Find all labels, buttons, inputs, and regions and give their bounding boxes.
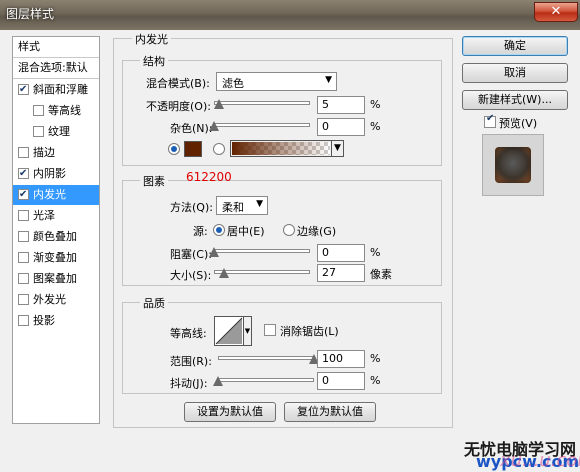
range-unit: % (370, 352, 381, 365)
sidebar-item-inner-shadow[interactable]: 内阴影 (13, 164, 99, 184)
checkbox[interactable] (18, 294, 29, 305)
sidebar-item-satin[interactable]: 光泽 (13, 206, 99, 226)
sidebar-item-texture[interactable]: 纹理 (13, 122, 99, 142)
checkbox[interactable] (18, 185, 29, 205)
source-label: 源: (193, 225, 208, 238)
source-center-radio[interactable] (213, 224, 225, 236)
range-label: 范围(R): (170, 355, 212, 368)
ok-button[interactable]: 确定 (462, 36, 568, 56)
opacity-slider-thumb[interactable] (213, 99, 224, 109)
sidebar-item-gradient-overlay[interactable]: 渐变叠加 (13, 248, 99, 268)
method-label: 方法(Q): (170, 201, 213, 214)
sidebar-item-pattern-overlay[interactable]: 图案叠加 (13, 269, 99, 289)
checkbox[interactable] (18, 315, 29, 326)
jitter-label: 抖动(J): (170, 377, 208, 390)
chevron-down-icon: ▼ (256, 199, 263, 209)
reset-default-button[interactable]: 复位为默认值 (284, 402, 376, 422)
opacity-slider[interactable] (214, 101, 310, 105)
preview-swatch (495, 147, 531, 183)
preview-checkbox[interactable] (484, 113, 496, 128)
contour-label: 等高线: (170, 327, 207, 340)
size-label: 大小(S): (170, 269, 212, 282)
choke-unit: % (370, 246, 381, 259)
sidebar-item-stroke[interactable]: 描边 (13, 143, 99, 163)
antialias-label: 消除锯齿(L) (280, 325, 339, 338)
new-style-button[interactable]: 新建样式(W)... (462, 90, 568, 110)
chevron-down-icon: ▼ (325, 75, 332, 85)
style-list: 样式 混合选项:默认 斜面和浮雕 等高线 纹理 描边 内阴影 内发光 光泽 颜色… (12, 36, 100, 424)
inner-glow-title: 内发光 (132, 31, 171, 47)
noise-unit: % (370, 120, 381, 133)
noise-input[interactable]: 0 (317, 118, 365, 136)
sidebar-item-drop-shadow[interactable]: 投影 (13, 311, 99, 331)
checkbox[interactable] (18, 80, 29, 100)
size-slider-thumb[interactable] (219, 268, 230, 278)
opacity-label: 不透明度(O): (146, 100, 211, 113)
antialias-checkbox[interactable] (264, 324, 276, 336)
checkbox[interactable] (18, 252, 29, 263)
checkbox[interactable] (18, 164, 29, 184)
title-bar (0, 0, 580, 30)
gradient-preview (232, 142, 330, 155)
close-button[interactable]: ✕ (534, 2, 578, 22)
choke-label: 阻塞(C): (170, 248, 212, 261)
checkbox[interactable] (18, 147, 29, 158)
source-center-label: 居中(E) (227, 225, 265, 238)
watermark-faded: xu...u.com (500, 450, 580, 471)
preview-area (482, 134, 544, 196)
sidebar-item-contour[interactable]: 等高线 (13, 101, 99, 121)
choke-slider[interactable] (214, 249, 310, 253)
sidebar-item-bevel-emboss[interactable]: 斜面和浮雕 (13, 80, 99, 100)
checkbox[interactable] (18, 210, 29, 221)
blend-mode-label: 混合模式(B): (146, 77, 210, 90)
opacity-unit: % (370, 98, 381, 111)
jitter-input[interactable]: 0 (317, 372, 365, 390)
checkbox[interactable] (33, 126, 44, 137)
jitter-slider[interactable] (218, 378, 314, 382)
contour-curve-icon (215, 317, 243, 345)
method-value: 柔和 (222, 201, 244, 214)
sidebar-item-outer-glow[interactable]: 外发光 (13, 290, 99, 310)
noise-slider[interactable] (214, 123, 310, 127)
make-default-button[interactable]: 设置为默认值 (184, 402, 276, 422)
jitter-unit: % (370, 374, 381, 387)
blend-options-item[interactable]: 混合选项:默认 (13, 58, 99, 79)
chevron-down-icon[interactable]: ▼ (243, 317, 251, 345)
elements-title: 图素 (140, 173, 168, 189)
choke-input[interactable]: 0 (317, 244, 365, 262)
checkbox[interactable] (18, 273, 29, 284)
window-title: 图层样式 (6, 7, 55, 21)
gradient-radio[interactable] (213, 143, 225, 155)
noise-slider-thumb[interactable] (209, 121, 219, 131)
source-edge-label: 边缘(G) (297, 225, 337, 238)
range-slider[interactable] (218, 356, 314, 360)
choke-slider-thumb[interactable] (209, 247, 219, 257)
quality-title: 品质 (140, 295, 168, 311)
glow-color-swatch[interactable] (184, 141, 202, 157)
contour-picker[interactable]: ▼ (214, 316, 252, 346)
blend-mode-value: 滤色 (222, 77, 244, 90)
blend-mode-select[interactable]: 滤色 ▼ (216, 72, 337, 91)
preview-label: 预览(V) (499, 117, 538, 130)
solid-color-radio[interactable] (168, 143, 180, 155)
range-input[interactable]: 100 (317, 350, 365, 368)
gradient-picker[interactable]: ▼ (230, 140, 344, 157)
close-icon: ✕ (550, 4, 562, 19)
jitter-slider-thumb[interactable] (213, 376, 223, 386)
noise-label: 杂色(N): (170, 122, 213, 135)
style-list-header[interactable]: 样式 (13, 37, 99, 58)
source-edge-radio[interactable] (283, 224, 295, 236)
color-note: 612200 (186, 170, 232, 184)
cancel-button[interactable]: 取消 (462, 63, 568, 83)
checkbox[interactable] (18, 231, 29, 242)
opacity-input[interactable]: 5 (317, 96, 365, 114)
size-input[interactable]: 27 (317, 264, 365, 282)
method-select[interactable]: 柔和 ▼ (216, 196, 268, 215)
structure-title: 结构 (140, 53, 168, 69)
sidebar-item-inner-glow[interactable]: 内发光 (13, 185, 99, 205)
checkbox[interactable] (33, 105, 44, 116)
size-unit: 像素 (370, 268, 392, 281)
sidebar-item-color-overlay[interactable]: 颜色叠加 (13, 227, 99, 247)
chevron-down-icon[interactable]: ▼ (331, 141, 343, 156)
